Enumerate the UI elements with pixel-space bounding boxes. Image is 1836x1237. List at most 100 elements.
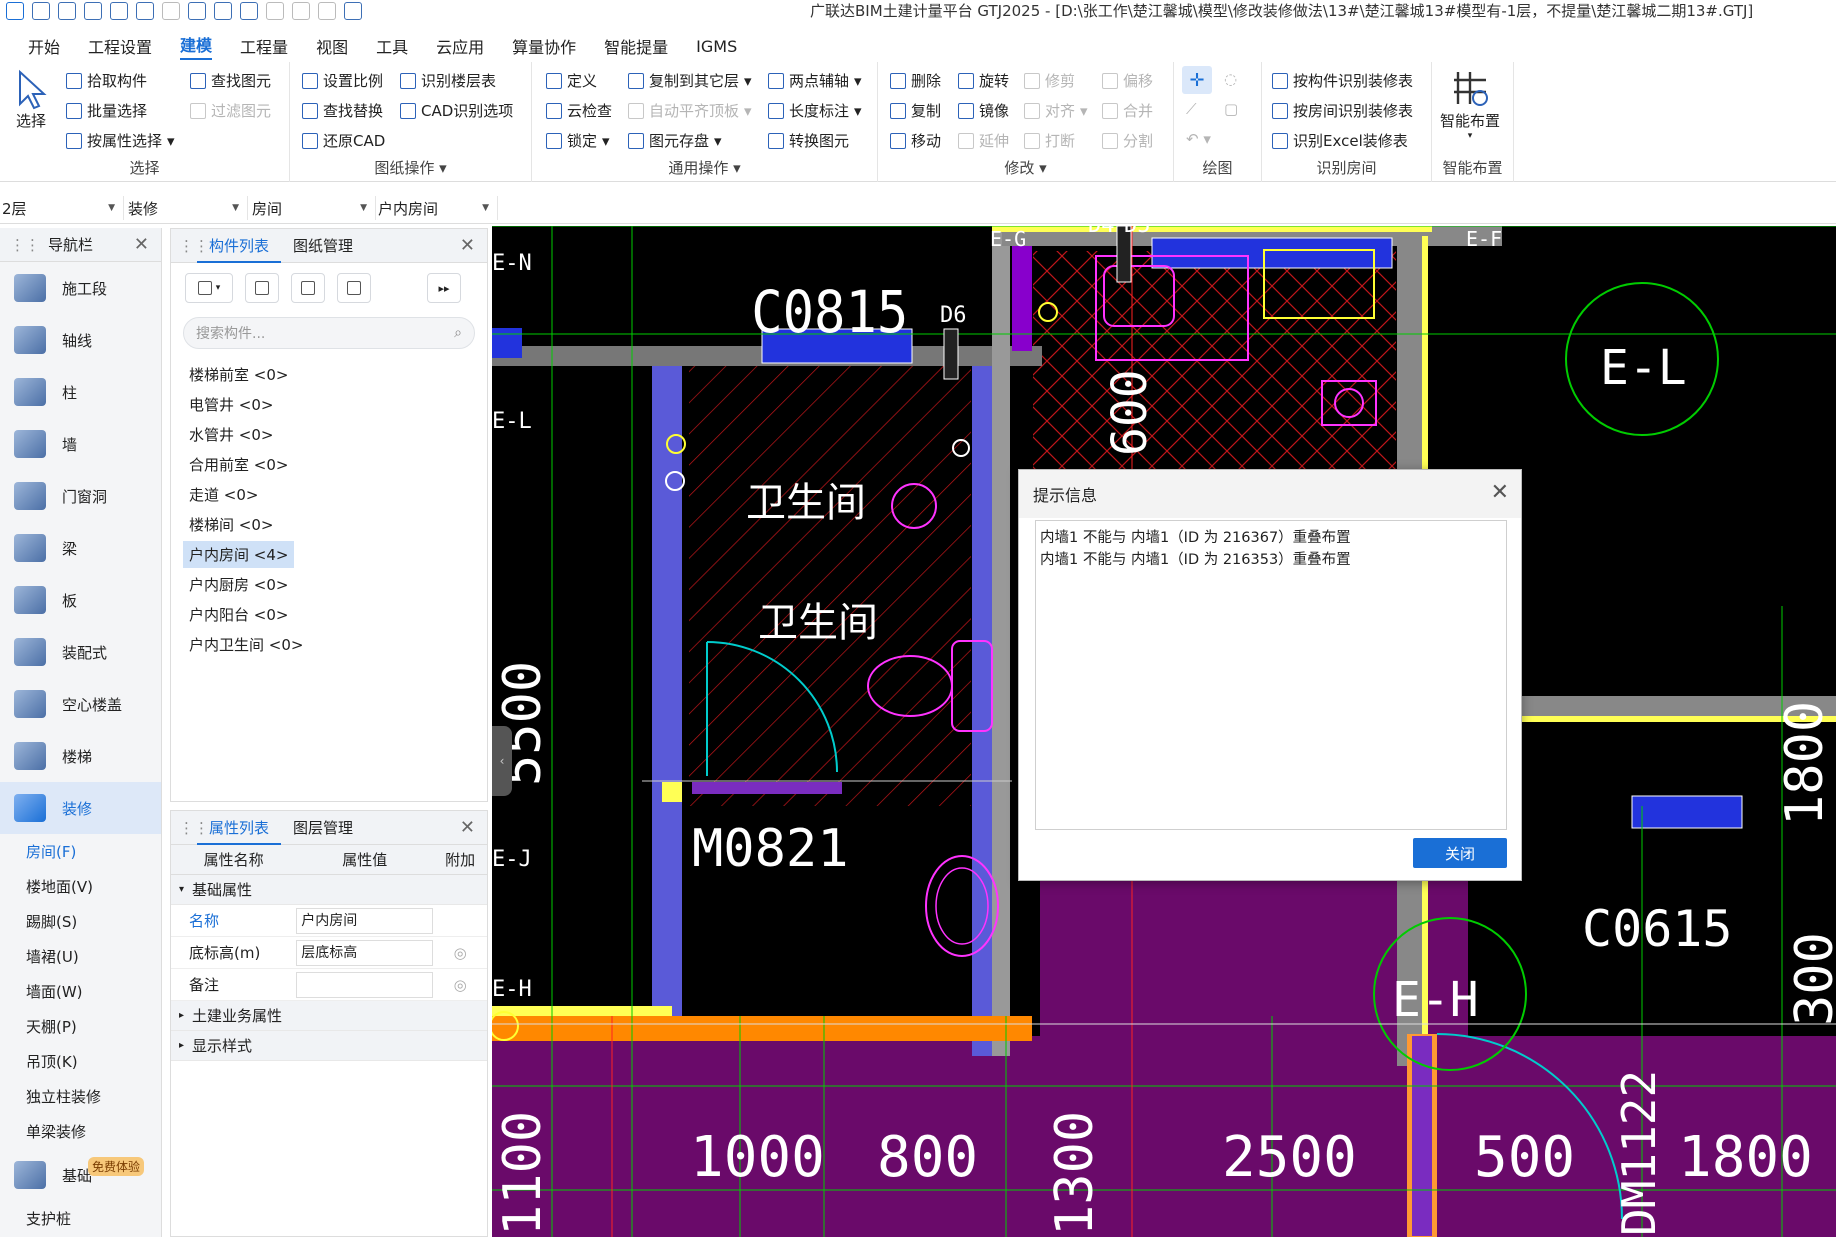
type-select[interactable]: 房间 ▼ xyxy=(252,196,376,220)
list-item[interactable]: 户内阳台 <0> xyxy=(171,599,487,629)
rect-draw-button[interactable]: ▢ xyxy=(1224,100,1238,118)
new-file-icon[interactable] xyxy=(32,2,50,20)
sub-item-dado[interactable]: 墙裙(U) xyxy=(0,939,161,974)
move-button[interactable]: 移动 xyxy=(890,130,941,151)
nav-item-column[interactable]: 柱 xyxy=(0,366,161,418)
menu-start[interactable]: 开始 xyxy=(28,34,60,58)
nav-item-stairs[interactable]: 楼梯 xyxy=(0,730,161,782)
search-icon[interactable]: ⌕ xyxy=(454,325,462,341)
close-icon[interactable]: ✕ xyxy=(460,235,475,256)
mirror-button[interactable]: 镜像 xyxy=(958,100,1009,121)
copy-button[interactable]: 复制 xyxy=(890,100,941,121)
menu-tools[interactable]: 工具 xyxy=(376,34,408,58)
identify-by-room-button[interactable]: 按房间识别装修表 xyxy=(1272,100,1413,121)
list-item[interactable]: 电管井 <0> xyxy=(171,389,487,419)
sync-icon[interactable] xyxy=(344,2,362,20)
list-item[interactable]: 户内卫生间 <0> xyxy=(171,629,487,659)
floor-select[interactable]: 2层 ▼ xyxy=(2,196,124,220)
cad-options-button[interactable]: CAD识别选项 xyxy=(400,100,513,121)
sub-item-column-finish[interactable]: 独立柱装修 xyxy=(0,1079,161,1114)
nav-item-hollow-floor[interactable]: 空心楼盖 xyxy=(0,678,161,730)
line-draw-button[interactable]: ⟋ xyxy=(1186,100,1197,118)
delete-button[interactable]: 删除 xyxy=(890,70,941,91)
list-item[interactable]: 合用前室 <0> xyxy=(171,449,487,479)
list-item[interactable]: 楼梯间 <0> xyxy=(171,509,487,539)
close-icon[interactable]: ✕ xyxy=(1491,480,1509,505)
filter-element-button[interactable]: 过滤图元 xyxy=(190,100,271,121)
copy-component-button[interactable] xyxy=(245,273,279,303)
identify-excel-button[interactable]: 识别Excel装修表 xyxy=(1272,130,1408,151)
layout-icon[interactable] xyxy=(266,2,284,20)
redo-icon[interactable] xyxy=(162,2,180,20)
point-draw-button[interactable]: ✛ xyxy=(1182,66,1212,94)
split-button[interactable]: 分割 xyxy=(1102,130,1153,151)
drag-handle-icon[interactable]: ⋮⋮ xyxy=(179,819,209,837)
property-value-field[interactable]: 户内房间 xyxy=(296,907,434,934)
menu-quantities[interactable]: 工程量 xyxy=(240,34,288,58)
collapse-panel-handle[interactable]: ‹ xyxy=(492,726,512,796)
nav-item-segment[interactable]: 施工段 xyxy=(0,262,161,314)
attach-checkbox[interactable]: ◎ xyxy=(433,976,487,994)
sum-icon[interactable] xyxy=(188,2,206,20)
sub-item-ceiling[interactable]: 天棚(P) xyxy=(0,1009,161,1044)
offset-button[interactable]: 偏移 xyxy=(1102,70,1153,91)
tab-layer-management[interactable]: 图层管理 xyxy=(281,811,365,845)
tab-property-list[interactable]: 属性列表 xyxy=(197,811,282,845)
two-point-axis-button[interactable]: 两点辅轴 ▾ xyxy=(768,70,862,91)
menu-cloud[interactable]: 云应用 xyxy=(436,34,484,58)
more-button[interactable]: ▸▸ xyxy=(427,273,461,303)
pick-component-button[interactable]: 拾取构件 xyxy=(66,70,147,91)
identify-floor-button[interactable]: 识别楼层表 xyxy=(400,70,496,91)
arc-draw-button[interactable]: ◌ xyxy=(1224,70,1237,88)
save-icon[interactable] xyxy=(110,2,128,20)
break-button[interactable]: 打断 xyxy=(1024,130,1075,151)
sub-item-floor[interactable]: 楼地面(V) xyxy=(0,869,161,904)
nav-item-decoration[interactable]: 装修 xyxy=(0,782,161,834)
menu-smart[interactable]: 智能提量 xyxy=(604,34,668,58)
category-select[interactable]: 装修 ▼ xyxy=(128,196,248,220)
property-value-field[interactable]: 层底标高 xyxy=(296,939,434,966)
layer-copy-button[interactable] xyxy=(337,273,371,303)
restore-cad-button[interactable]: 还原CAD xyxy=(302,130,385,151)
property-group-display[interactable]: ▸ 显示样式 xyxy=(171,1031,487,1061)
copy-to-floor-button[interactable]: 复制到其它层 ▾ xyxy=(628,70,752,91)
list-item[interactable]: 走道 <0> xyxy=(171,479,487,509)
report-icon[interactable] xyxy=(214,2,232,20)
menu-view[interactable]: 视图 xyxy=(316,34,348,58)
nav-item-slab[interactable]: 板 xyxy=(0,574,161,626)
define-button[interactable]: 定义 xyxy=(546,70,597,91)
drag-handle-icon[interactable]: ⋮⋮ xyxy=(10,236,40,254)
list-item[interactable]: 水管井 <0> xyxy=(171,419,487,449)
smart-layout-button[interactable]: 智能布置 ▾ xyxy=(1440,66,1500,141)
sub-item-wall-surface[interactable]: 墙面(W) xyxy=(0,974,161,1009)
property-group-basic[interactable]: ▾ 基础属性 xyxy=(171,875,487,905)
lock-button[interactable]: 锁定 ▾ xyxy=(546,130,610,151)
undo-icon[interactable] xyxy=(136,2,154,20)
tab-drawing-management[interactable]: 图纸管理 xyxy=(281,229,365,263)
menu-modeling[interactable]: 建模 xyxy=(180,32,213,60)
close-icon[interactable]: ✕ xyxy=(460,817,475,838)
rotate-button[interactable]: 旋转 xyxy=(958,70,1009,91)
save-element-button[interactable]: 图元存盘 ▾ xyxy=(628,130,722,151)
auto-align-button[interactable]: 自动平齐顶板 ▾ xyxy=(628,100,752,121)
tab-component-list[interactable]: 构件列表 xyxy=(197,229,282,263)
group-modify-label[interactable]: 修改 ▾ xyxy=(878,157,1173,178)
nav-item-axis[interactable]: 轴线 xyxy=(0,314,161,366)
curve-draw-button[interactable]: ↶ ▾ xyxy=(1186,130,1211,148)
extend-button[interactable]: 延伸 xyxy=(958,130,1009,151)
edit-icon[interactable] xyxy=(292,2,310,20)
nav-item-opening[interactable]: 门窗洞 xyxy=(0,470,161,522)
attach-checkbox[interactable]: ◎ xyxy=(433,944,487,962)
menu-collab[interactable]: 算量协作 xyxy=(512,34,576,58)
dialog-close-button[interactable]: 关闭 xyxy=(1413,838,1507,868)
nav-item-beam[interactable]: 梁 xyxy=(0,522,161,574)
grid-icon[interactable] xyxy=(240,2,258,20)
list-item[interactable]: 户内厨房 <0> xyxy=(171,569,487,599)
identify-by-component-button[interactable]: 按构件识别装修表 xyxy=(1272,70,1413,91)
sub-item-room[interactable]: 房间(F) xyxy=(0,834,161,869)
list-item-selected[interactable]: 户内房间 <4> xyxy=(171,539,487,569)
sub-item-skirting[interactable]: 踢脚(S) xyxy=(0,904,161,939)
nav-item-prefab[interactable]: 装配式 xyxy=(0,626,161,678)
property-value-field[interactable] xyxy=(296,971,434,998)
new-icon[interactable] xyxy=(58,2,76,20)
